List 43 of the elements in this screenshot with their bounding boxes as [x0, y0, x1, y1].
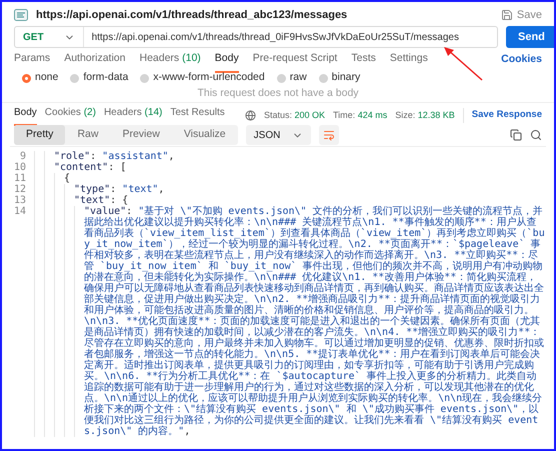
format-dropdown[interactable]: JSON	[246, 125, 312, 145]
view-mode-tab[interactable]: Raw	[65, 125, 110, 145]
line-number: 9	[18, 151, 27, 162]
view-mode-tab[interactable]: Pretty	[14, 125, 66, 145]
view-mode-tab[interactable]: Visualize	[172, 125, 238, 145]
tab[interactable]: Settings	[390, 51, 428, 73]
radio-label: binary	[332, 70, 360, 86]
tab[interactable]: Headers (10)	[139, 51, 201, 73]
view-mode-tab[interactable]: Preview	[110, 125, 172, 145]
code-line: {	[64, 173, 72, 184]
tab[interactable]: Params	[14, 51, 50, 73]
line-number: 13	[12, 195, 27, 206]
tab[interactable]: Authorization	[64, 51, 126, 73]
tab[interactable]: Tests	[351, 51, 376, 73]
line-number: 11	[12, 173, 27, 184]
code-line: "role": "assistant",	[54, 151, 176, 162]
line-number: 12	[12, 184, 27, 195]
line-number: 10	[12, 162, 27, 173]
code-line: "value": "基于对 \"不加购 events.json\" 文件的分析，我们可以识别一些关键的流程节点，并据此给出优化建议以提升购买转化率：\n\n### 关键流程节点\n1. **事件触发的顺序**：用户从查看商品列表（`view_item_list_item`）到查看具体商品（`view_item`）再到考虑立即购买（`buy_it_now_item`），经过一个较为明显的漏斗转化过程。\n2. **页面离开**：`$pageleave` 事件相对较多，表明在某些流程节点上，用户没有继续深入的动作而选择离开。\n3. **立即购买**：尽管 `buy_it_now_item` 和 `buy_it_now` 事件出现，但他们的频次并不高，说明用户有冲动购物的潜在意向，但未能转化为实际操作。\n\n### 优化建议\n1. **改善用户体验**：简化购买流程，确保用户可以无障碍地从查看商品列表快速移动到商品详情页，再到确认购买。商品详情页应该表达出全部关键信息，促进用户做出购买决定。\n\n2. **增强商品吸引力**：提升商品详情页面的视觉吸引力和用户体验，可能包括改进高质量的图片、清晰的价格和促销信息、用户评价等，提高商品的吸引力。\n\n3. **优化页面速度**：页面的加载速度可能是进入和退出的一个关键因素。确保所有页面（尤其是商品详情页）拥有快速的加载时间，以减少潜在的客户流失。\n\n4. **增强立即购买的吸引力**：尽管存在立即购买的意向，用户最终并未加入购物车。可以通过增加更明显的促销、优惠券、限时折扣或者包邮服务，增强这一节点的转化能力。\n\n5. **提订表单优化**：用户在看到订阅表单后可能会决定离开。适时推出订阅表单，提供更具吸引力的订阅理由，如专享折扣等，可能有助于引诱用户完成购买。\n\n6. **行为分析工具优化**：在 `$autocapture` 事件上投入更多的分析精力。此类自动追踪的数据可能有助于进一步理解用户的行为，通过对这些数据的深入分析，可以发现其他潜在的优化点。\n\n通过以上的优化，应该可以帮助提升用户从浏览到实际购买的转化率。\n\n现在，我会继续分析接下来的两个文件：\"结算没有购买 events.json\" 和 \"成功购买事件 events.json\"，以便我们对比这三组行为路径，为你的公司提供更全面的建议。让我们先来看看 \"结算没有购买 events.json\" 的内容。",	[84, 206, 546, 437]
url-field[interactable]: https://api.openai.com/v1/threads/thread_0iF9HvsSwJfVkDaEoUr25SuT/messages	[84, 30, 467, 44]
line-number: 14	[12, 206, 27, 219]
radio-label: raw	[290, 70, 307, 86]
cookies-link[interactable]: Cookies	[501, 52, 542, 72]
status-text: Status: 200 OK	[264, 108, 325, 122]
tab[interactable]: Pre-request Script	[252, 51, 338, 73]
empty-body-message: This request does not have a body	[197, 86, 359, 102]
code-line: "content": [	[54, 162, 128, 173]
save-response-button[interactable]: Save Response	[462, 108, 542, 123]
save-button[interactable]: Save	[500, 6, 542, 24]
radio-label: form-data	[83, 70, 128, 86]
radio-label: none	[35, 70, 58, 86]
tab[interactable]: Headers (14)	[104, 105, 162, 126]
method-dropdown[interactable]: GET	[15, 27, 84, 47]
code-line: "type": "text",	[74, 184, 166, 195]
code-line: "text": {	[74, 195, 130, 206]
tab[interactable]: Body	[214, 51, 239, 73]
radio-label: x-www-form-urlencoded	[153, 70, 265, 86]
request-title: https://api.openai.com/v1/threads/thread_abc123/messages	[36, 8, 348, 23]
send-button[interactable]: Send	[506, 26, 554, 48]
size-text: Size: 12.38 KB	[395, 108, 455, 122]
tab[interactable]: Test Results	[170, 105, 225, 126]
time-text: Time: 424 ms	[333, 108, 388, 122]
tab[interactable]: Cookies (2)	[44, 105, 96, 126]
